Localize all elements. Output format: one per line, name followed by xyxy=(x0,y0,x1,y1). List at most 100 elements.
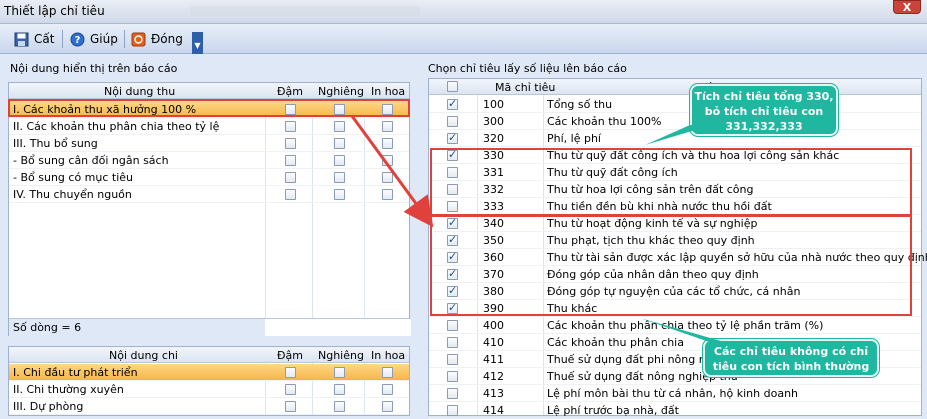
table-row[interactable]: 332 Thu từ hoa lợi công sản trên đất công xyxy=(429,181,921,198)
uppercase-checkbox[interactable] xyxy=(382,401,393,412)
row-checkbox[interactable] xyxy=(447,201,458,212)
table-row[interactable]: I. Chi đầu tư phát triển xyxy=(9,364,409,381)
table-row[interactable]: 400 Các khoản thu phân chia theo tỷ lệ ph… xyxy=(429,317,921,334)
indicator-name: Thu từ hoa lợi công sản trên đất công xyxy=(547,183,754,196)
table-row[interactable]: 380 Đóng góp tự nguyện của các tổ chức, c… xyxy=(429,283,921,300)
callout-top: Tích chỉ tiêu tổng 330, bỏ tích chỉ tiêu… xyxy=(690,84,838,136)
row-checkbox[interactable] xyxy=(447,131,458,144)
row-checkbox[interactable] xyxy=(447,371,458,382)
row-checkbox[interactable] xyxy=(447,354,458,365)
uppercase-checkbox[interactable] xyxy=(382,367,393,378)
bold-checkbox[interactable] xyxy=(285,121,296,132)
row-checkbox[interactable] xyxy=(447,216,458,229)
table-row[interactable]: 300 Các khoản thu 100% xyxy=(429,113,921,130)
bold-checkbox[interactable] xyxy=(285,138,296,149)
table-row[interactable]: II. Chi thường xuyên xyxy=(9,381,409,398)
bold-checkbox[interactable] xyxy=(285,172,296,183)
row-checkbox[interactable] xyxy=(447,301,458,314)
row-checkbox[interactable] xyxy=(447,233,458,246)
bold-checkbox[interactable] xyxy=(285,384,296,395)
indicator-code: 400 xyxy=(483,319,504,332)
table-row[interactable]: 414 Lệ phí trước bạ nhà, đất xyxy=(429,402,921,419)
table-row[interactable]: II. Các khoản thu phân chia theo tỷ lệ xyxy=(9,118,409,135)
callout-bottom: Các chỉ tiêu không có chỉ tiêu con tích … xyxy=(703,339,879,377)
italic-checkbox[interactable] xyxy=(334,367,345,378)
italic-checkbox[interactable] xyxy=(334,138,345,149)
row-checkbox[interactable] xyxy=(447,250,458,263)
help-button[interactable]: ? Giúp xyxy=(70,29,118,49)
help-label: Giúp xyxy=(90,32,118,46)
table-row[interactable]: 333 Thu tiền đền bù khi nhà nước thu hồi … xyxy=(429,198,921,215)
row-checkbox[interactable] xyxy=(447,405,458,416)
row-checkbox[interactable] xyxy=(447,320,458,331)
table-row[interactable]: 370 Đóng góp của nhân dân theo quy định xyxy=(429,266,921,283)
uppercase-checkbox[interactable] xyxy=(382,121,393,132)
row-checkbox[interactable] xyxy=(447,97,458,110)
close-window-button[interactable]: X xyxy=(893,0,921,14)
row-checkbox[interactable] xyxy=(447,116,458,127)
row-label: II. Chi thường xuyên xyxy=(13,383,124,396)
uppercase-checkbox[interactable] xyxy=(382,172,393,183)
bold-checkbox[interactable] xyxy=(285,104,296,115)
select-all-checkbox[interactable] xyxy=(447,81,458,92)
indicator-name: Thu từ tài sản được xác lập quyền sở hữu… xyxy=(547,251,927,264)
indicator-code: 380 xyxy=(483,285,504,298)
table-row[interactable]: 390 Thu khác xyxy=(429,300,921,317)
table-row[interactable]: 360 Thu từ tài sản được xác lập quyền sở … xyxy=(429,249,927,266)
save-label: Cất xyxy=(34,32,55,46)
row-checkbox[interactable] xyxy=(447,267,458,280)
col-bold: Đậm xyxy=(277,85,303,98)
italic-checkbox[interactable] xyxy=(334,155,345,166)
bold-checkbox[interactable] xyxy=(285,155,296,166)
table-row[interactable]: - Bổ sung có mục tiêu xyxy=(9,169,409,186)
table-row[interactable]: 320 Phí, lệ phí xyxy=(429,130,921,147)
italic-checkbox[interactable] xyxy=(334,104,345,115)
window-title: Thiết lập chỉ tiêu xyxy=(4,4,105,18)
bold-checkbox[interactable] xyxy=(285,401,296,412)
table-row[interactable]: 340 Thu từ hoạt động kinh tế và sự nghiệp xyxy=(429,215,921,232)
table-row[interactable]: III. Thu bổ sung xyxy=(9,135,409,152)
table-row[interactable]: IV. Thu chuyển nguồn xyxy=(9,186,409,203)
save-button[interactable]: Cất xyxy=(14,29,54,49)
indicator-code: 410 xyxy=(483,336,504,349)
col-code: Mã chỉ tiêu xyxy=(495,81,556,94)
uppercase-checkbox[interactable] xyxy=(382,155,393,166)
uppercase-checkbox[interactable] xyxy=(382,104,393,115)
bold-checkbox[interactable] xyxy=(285,367,296,378)
indicator-name: Thu từ quỹ đất công ích xyxy=(547,166,678,179)
row-checkbox[interactable] xyxy=(447,388,458,399)
col-italic: Nghiêng xyxy=(318,85,364,98)
uppercase-checkbox[interactable] xyxy=(382,138,393,149)
table-row[interactable]: 350 Thu phạt, tịch thu khác theo quy định xyxy=(429,232,921,249)
table-row[interactable]: 413 Lệ phí môn bài thu từ cá nhân, hộ kin… xyxy=(429,385,921,402)
uppercase-checkbox[interactable] xyxy=(382,189,393,200)
indicator-name: Đóng góp của nhân dân theo quy định xyxy=(547,268,759,281)
row-checkbox[interactable] xyxy=(447,337,458,348)
power-icon xyxy=(131,32,146,47)
row-checkbox[interactable] xyxy=(447,167,458,178)
row-checkbox[interactable] xyxy=(447,284,458,297)
italic-checkbox[interactable] xyxy=(334,189,345,200)
row-checkbox[interactable] xyxy=(447,184,458,195)
italic-checkbox[interactable] xyxy=(334,121,345,132)
table-row[interactable]: III. Dự phòng xyxy=(9,398,409,415)
toolbar-separator xyxy=(62,30,63,48)
table-row[interactable]: - Bổ sung cân đối ngân sách xyxy=(9,152,409,169)
indicator-code: 414 xyxy=(483,404,504,417)
toolbar-overflow-button[interactable]: ▼ xyxy=(192,32,203,54)
bold-checkbox[interactable] xyxy=(285,189,296,200)
close-button[interactable]: Đóng xyxy=(131,29,183,49)
row-label: - Bổ sung cân đối ngân sách xyxy=(13,154,169,167)
uppercase-checkbox[interactable] xyxy=(382,384,393,395)
table-row[interactable]: 330 Thu từ quỹ đất công ích và thu hoa lợ… xyxy=(429,147,921,164)
indicator-name: Thu khác xyxy=(547,302,598,315)
italic-checkbox[interactable] xyxy=(334,384,345,395)
indicator-name: Các khoản thu phân chia xyxy=(547,336,684,349)
indicator-code: 300 xyxy=(483,115,504,128)
table-row[interactable]: 100 Tổng số thu xyxy=(429,96,921,113)
table-row[interactable]: 331 Thu từ quỹ đất công ích xyxy=(429,164,921,181)
row-checkbox[interactable] xyxy=(447,148,458,161)
italic-checkbox[interactable] xyxy=(334,172,345,183)
italic-checkbox[interactable] xyxy=(334,401,345,412)
table-row[interactable]: I. Các khoản thu xã hưởng 100 % xyxy=(9,101,409,118)
